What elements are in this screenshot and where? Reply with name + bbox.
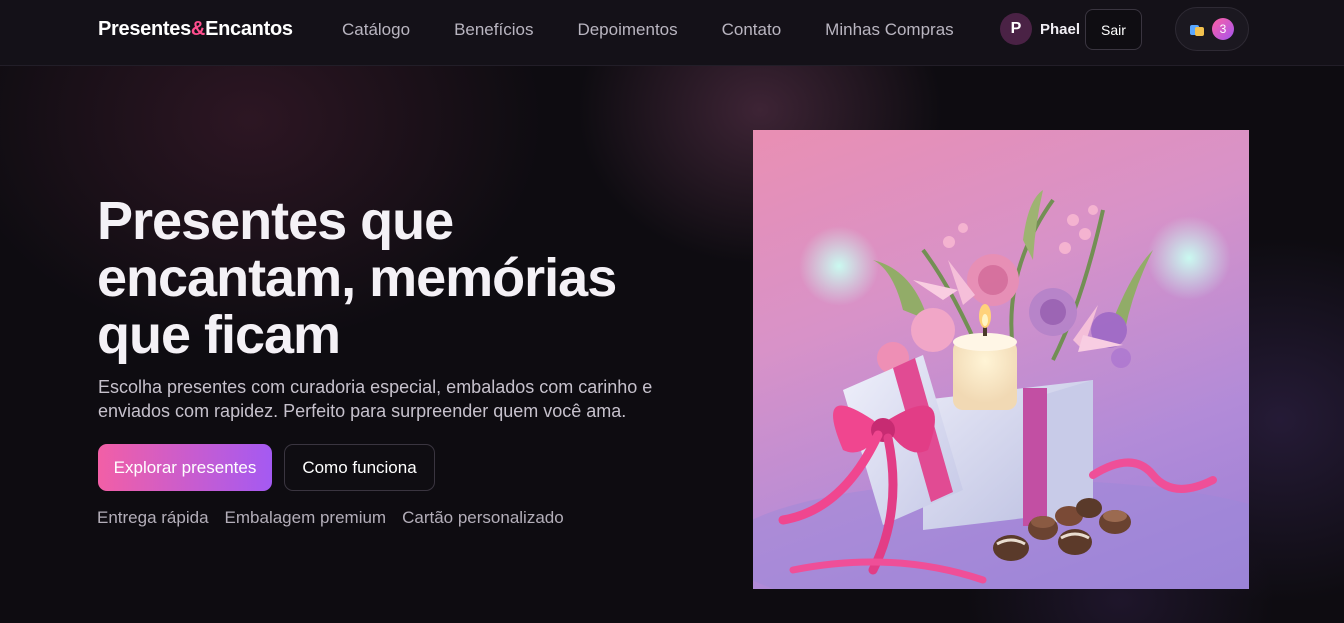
hero-subtitle: Escolha presentes com curadoria especial… xyxy=(98,377,653,421)
hero-gift-image xyxy=(753,130,1249,589)
feature-list: Entrega rápida Embalagem premium Cartão … xyxy=(97,508,564,528)
feature-item-fast-delivery: Entrega rápida xyxy=(97,508,209,527)
nav-link-depoimentos[interactable]: Depoimentos xyxy=(577,20,677,40)
logo-text-part2: Encantos xyxy=(205,18,293,40)
logo-text-part1: Presentes xyxy=(98,18,191,40)
logout-button[interactable]: Sair xyxy=(1085,9,1142,50)
main-nav: Catálogo Benefícios Depoimentos Contato … xyxy=(342,20,954,40)
nav-link-catalogo[interactable]: Catálogo xyxy=(342,20,410,40)
logo-ampersand: & xyxy=(190,18,206,40)
nav-link-contato[interactable]: Contato xyxy=(722,20,782,40)
cart-button[interactable]: 3 xyxy=(1175,7,1249,51)
nav-link-minhas-compras[interactable]: Minhas Compras xyxy=(825,20,954,40)
feature-item-premium-packaging: Embalagem premium xyxy=(224,508,387,527)
explore-gifts-button[interactable]: Explorar presentes xyxy=(98,444,272,491)
avatar[interactable]: P xyxy=(1000,13,1032,45)
shopping-bag-icon xyxy=(1190,22,1204,36)
top-navbar: Presentes&Encantos Catálogo Benefícios D… xyxy=(0,0,1344,66)
user-profile[interactable]: P Phael xyxy=(1000,13,1080,45)
how-it-works-button[interactable]: Como funciona xyxy=(284,444,435,491)
site-logo[interactable]: Presentes&Encantos xyxy=(98,18,293,41)
nav-link-beneficios[interactable]: Benefícios xyxy=(454,20,533,40)
hero-title: Presentes que encantam, memórias que fic… xyxy=(97,191,617,365)
username: Phael xyxy=(1040,20,1081,38)
feature-item-personalized-card: Cartão personalizado xyxy=(402,508,564,527)
cart-count-badge: 3 xyxy=(1212,18,1234,40)
